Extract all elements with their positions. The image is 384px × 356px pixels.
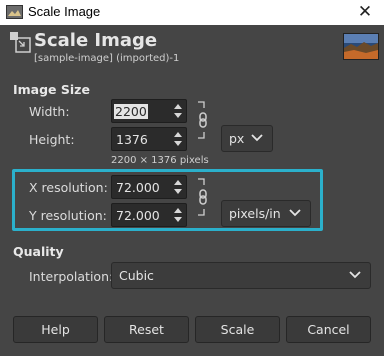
image-name: [sample-image] (imported)-1 <box>34 53 180 64</box>
scale-button[interactable]: Scale <box>195 316 280 343</box>
increment-icon[interactable] <box>174 208 182 213</box>
pixel-dimensions-text: 2200 × 1376 pixels <box>111 155 209 166</box>
decrement-icon[interactable] <box>174 217 182 222</box>
chevron-down-icon <box>289 209 301 217</box>
y-resolution-label: Y resolution: <box>29 208 107 223</box>
width-stepper[interactable] <box>172 101 184 121</box>
width-label: Width: <box>29 104 70 119</box>
chevron-down-icon <box>251 134 263 142</box>
size-unit-value: px <box>229 131 245 146</box>
decrement-icon[interactable] <box>174 113 182 118</box>
height-stepper[interactable] <box>172 129 184 149</box>
y-resolution-input[interactable]: 72.000 <box>111 203 187 227</box>
decrement-icon[interactable] <box>174 141 182 146</box>
close-icon[interactable]: ✕ <box>354 2 376 22</box>
scale-image-icon <box>10 32 31 53</box>
gimp-app-icon <box>6 5 23 19</box>
image-size-heading: Image Size <box>13 82 90 97</box>
resolution-unit-value: pixels/in <box>229 206 281 221</box>
interpolation-value: Cubic <box>119 268 154 283</box>
size-unit-select[interactable]: px <box>221 125 273 152</box>
interpolation-select[interactable]: Cubic <box>111 262 371 289</box>
help-button[interactable]: Help <box>13 316 98 343</box>
chevron-down-icon <box>349 271 361 279</box>
height-label: Height: <box>29 132 75 147</box>
dialog-title: Scale Image <box>34 30 158 51</box>
y-resolution-stepper[interactable] <box>172 205 184 225</box>
increment-icon[interactable] <box>174 132 182 137</box>
chain-link-icon[interactable] <box>195 177 209 217</box>
x-resolution-label: X resolution: <box>29 180 108 195</box>
height-input[interactable]: 1376 <box>111 127 187 151</box>
window-titlebar: Scale Image ✕ <box>0 0 384 25</box>
reset-button[interactable]: Reset <box>104 316 189 343</box>
interpolation-label: Interpolation: <box>29 269 114 284</box>
x-resolution-stepper[interactable] <box>172 177 184 197</box>
cancel-button[interactable]: Cancel <box>286 316 371 343</box>
resolution-unit-select[interactable]: pixels/in <box>221 200 311 227</box>
width-input[interactable]: 2200 <box>111 99 187 123</box>
chain-link-icon[interactable] <box>195 100 209 140</box>
decrement-icon[interactable] <box>174 189 182 194</box>
increment-icon[interactable] <box>174 104 182 109</box>
height-value[interactable]: 1376 <box>116 132 148 147</box>
y-resolution-value[interactable]: 72.000 <box>116 208 160 223</box>
window-title: Scale Image <box>28 4 101 19</box>
width-value[interactable]: 2200 <box>114 104 148 119</box>
x-resolution-input[interactable]: 72.000 <box>111 175 187 199</box>
image-thumbnail <box>343 33 379 60</box>
quality-heading: Quality <box>13 244 64 259</box>
increment-icon[interactable] <box>174 180 182 185</box>
x-resolution-value[interactable]: 72.000 <box>116 180 160 195</box>
